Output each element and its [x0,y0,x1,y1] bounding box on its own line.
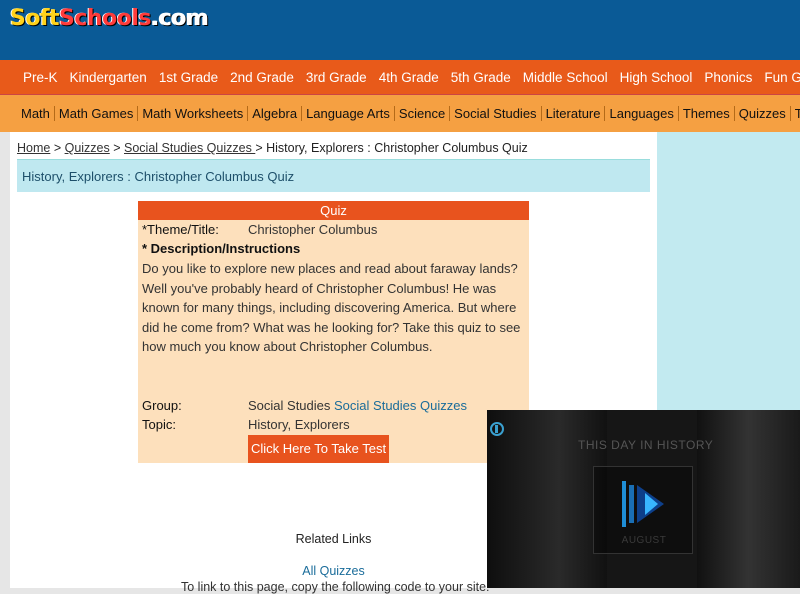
nav-item-algebra[interactable]: Algebra [247,106,301,121]
link-to-page-text: To link to this page, copy the following… [181,580,490,594]
grade-nav: Pre-K Kindergarten 1st Grade 2nd Grade 3… [0,60,800,95]
breadcrumb-quizzes[interactable]: Quizzes [65,141,110,155]
nav-item-timelines[interactable]: Timelines [789,106,800,121]
group-label: Group: [142,398,182,413]
nav-item-pre-k[interactable]: Pre-K [0,70,64,85]
topic-value: History, Explorers [248,417,350,432]
breadcrumb-separator: > [255,141,267,155]
nav-item-quizzes[interactable]: Quizzes [733,106,790,121]
nav-item-fun-games[interactable]: Fun Games [758,70,800,85]
description-label: * Description/Instructions [142,241,301,256]
video-player[interactable]: THIS DAY IN HISTORY AUGUST [487,410,800,588]
nav-item-4th-grade[interactable]: 4th Grade [373,70,445,85]
breadcrumb: Home > Quizzes > Social Studies Quizzes … [17,141,528,155]
breadcrumb-social-studies-quizzes[interactable]: Social Studies Quizzes [124,141,255,155]
logo-part-schools: Schools [59,6,151,31]
nav-item-1st-grade[interactable]: 1st Grade [153,70,224,85]
video-frame-left [487,410,607,588]
video-frame-right [697,410,800,588]
nav-item-phonics[interactable]: Phonics [698,70,758,85]
breadcrumb-separator: > [109,141,124,155]
nav-item-science[interactable]: Science [393,106,449,121]
nav-item-3rd-grade[interactable]: 3rd Grade [300,70,373,85]
group-value: Social Studies Social Studies Quizzes [248,398,467,413]
subject-nav: Math Math Games Math Worksheets Algebra … [0,95,800,132]
page-title-box: History, Explorers : Christopher Columbu… [17,159,650,192]
topic-label: Topic: [142,417,176,432]
nav-item-high-school[interactable]: High School [614,70,699,85]
theme-label: *Theme/Title: [142,222,219,237]
take-test-button[interactable]: Click Here To Take Test [248,435,389,463]
nav-item-middle-school[interactable]: Middle School [517,70,614,85]
logo-part-soft: Soft [10,6,60,31]
nav-item-themes[interactable]: Themes [677,106,734,121]
quiz-header: Quiz [138,201,529,220]
nav-item-2nd-grade[interactable]: 2nd Grade [224,70,300,85]
video-brand-icon [490,422,504,436]
play-icon[interactable] [620,475,672,533]
nav-item-kindergarten[interactable]: Kindergarten [64,70,153,85]
group-text: Social Studies [248,398,331,413]
nav-item-math[interactable]: Math [0,106,54,121]
group-link[interactable]: Social Studies Quizzes [334,398,467,413]
nav-item-math-games[interactable]: Math Games [53,106,137,121]
site-logo[interactable]: SoftSchools.com [10,6,209,31]
theme-value: Christopher Columbus [248,222,378,237]
video-month: AUGUST [621,535,667,546]
breadcrumb-home[interactable]: Home [17,141,50,155]
nav-item-5th-grade[interactable]: 5th Grade [445,70,517,85]
nav-item-language-arts[interactable]: Language Arts [301,106,394,121]
quiz-description: Do you like to explore new places and re… [142,261,521,355]
breadcrumb-separator: > [50,141,65,155]
nav-item-math-worksheets[interactable]: Math Worksheets [137,106,247,121]
quiz-panel: Quiz *Theme/Title: Christopher Columbus … [138,201,529,463]
page-title: History, Explorers : Christopher Columbu… [22,169,295,184]
logo-part-com: .com [150,6,209,31]
video-card[interactable]: AUGUST [593,466,693,554]
nav-item-languages[interactable]: Languages [604,106,677,121]
site-header: SoftSchools.com [0,0,800,60]
video-heading: THIS DAY IN HISTORY [578,438,714,452]
nav-item-literature[interactable]: Literature [540,106,605,121]
nav-item-social-studies[interactable]: Social Studies [449,106,540,121]
breadcrumb-current: History, Explorers : Christopher Columbu… [266,141,528,155]
